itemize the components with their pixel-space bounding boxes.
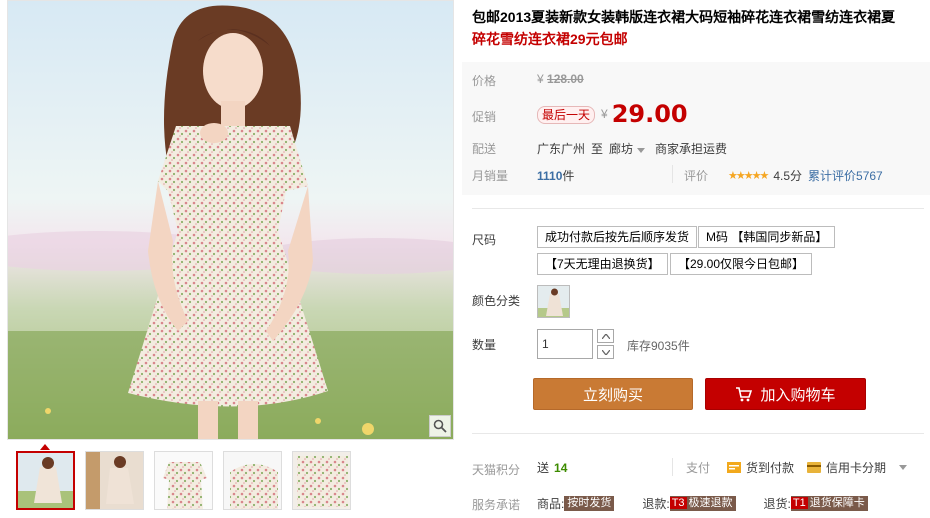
cod-icon bbox=[727, 462, 742, 473]
service-refund-code: T3 bbox=[669, 497, 687, 509]
service-return-badge[interactable]: T1 退货保障卡 bbox=[790, 496, 868, 511]
promo-price-currency: ¥ bbox=[601, 107, 608, 121]
service-goods-label: 商品: bbox=[537, 497, 565, 511]
payment-cod: 货到付款 bbox=[746, 461, 795, 475]
service-refund-badge[interactable]: T3 极速退款 bbox=[669, 496, 736, 511]
service-refund-text: 极速退款 bbox=[688, 497, 733, 509]
original-price: ¥ 128.00 bbox=[537, 72, 584, 86]
credit-card-icon bbox=[807, 462, 822, 473]
chevron-down-icon bbox=[637, 148, 646, 153]
original-price-value: 128.00 bbox=[547, 72, 584, 86]
product-title-line2: 碎花雪纺连衣裙29元包邮 bbox=[472, 31, 628, 47]
color-label: 颜色分类 bbox=[472, 294, 521, 308]
divider bbox=[472, 433, 924, 434]
chevron-down-icon[interactable] bbox=[899, 465, 908, 470]
monthly-sales: 1110件 bbox=[537, 167, 574, 184]
rating-summary: 评价 ★★★★★ 4.5分 累计评价5767 bbox=[684, 167, 883, 184]
shipping-row: 广东广州 至 廊坊 商家承担运费 bbox=[537, 140, 727, 157]
add-to-cart-button[interactable]: 加入购物车 bbox=[705, 378, 866, 410]
thumbnail-strip bbox=[16, 451, 351, 510]
add-to-cart-label: 加入购物车 bbox=[760, 386, 836, 404]
size-label: 尺码 bbox=[472, 233, 497, 247]
magnifier-icon[interactable] bbox=[429, 415, 451, 437]
promo-label: 促销 bbox=[472, 110, 497, 124]
shipping-fee: 商家承担运费 bbox=[655, 142, 728, 156]
shipping-destination: 廊坊 bbox=[609, 142, 634, 156]
service-promises: 商品: 按时发货 退款: T3 极速退款 退货: T1 退货保障卡 bbox=[537, 495, 868, 512]
size-option-3[interactable]: 【7天无理由退换货】 bbox=[537, 253, 668, 275]
original-price-currency: ¥ bbox=[537, 72, 544, 86]
promo-price-value: 29.00 bbox=[611, 100, 688, 128]
chevron-down-icon bbox=[601, 349, 610, 355]
size-option-2[interactable]: M码 【韩国同步新品】 bbox=[698, 226, 836, 248]
points-value: 送 14 bbox=[537, 459, 567, 476]
service-goods-badge[interactable]: 按时发货 bbox=[564, 496, 615, 511]
quantity-decrease-button[interactable] bbox=[597, 345, 614, 359]
rating-score: 4.5分 bbox=[773, 169, 803, 183]
payment-credit: 信用卡分期 bbox=[826, 461, 887, 475]
size-option-1[interactable]: 成功付款后按先后顺序发货 bbox=[537, 226, 698, 248]
sales-label: 月销量 bbox=[472, 169, 509, 183]
divider bbox=[672, 165, 673, 183]
service-return-label: 退货: bbox=[763, 497, 791, 511]
product-title: 包邮2013夏装新款女装韩版连衣裙大码短袖碎花连衣裙雪纺连衣裙夏 碎花雪纺连衣裙… bbox=[472, 6, 924, 50]
service-return-code: T1 bbox=[790, 497, 808, 509]
thumbnail-5[interactable] bbox=[292, 451, 351, 510]
shipping-destination-select[interactable]: 廊坊 bbox=[609, 140, 646, 157]
price-label: 价格 bbox=[472, 74, 497, 88]
points-label: 天猫积分 bbox=[472, 463, 521, 477]
chevron-up-icon bbox=[601, 333, 610, 339]
service-label: 服务承诺 bbox=[472, 498, 521, 512]
shipping-from: 广东广州 bbox=[537, 142, 586, 156]
thumbnail-1[interactable] bbox=[16, 451, 75, 510]
divider bbox=[672, 458, 673, 476]
payment-methods: 支付 货到付款 信用卡分期 bbox=[686, 459, 908, 476]
points-prefix: 送 bbox=[537, 461, 550, 475]
stock-count: 库存9035件 bbox=[627, 339, 690, 353]
shipping-to-word: 至 bbox=[591, 142, 604, 156]
quantity-input[interactable] bbox=[537, 329, 593, 359]
payment-label: 支付 bbox=[686, 461, 711, 475]
active-thumb-indicator bbox=[40, 444, 50, 450]
buy-now-label: 立刻购买 bbox=[582, 386, 643, 404]
color-option-swatch[interactable] bbox=[537, 285, 570, 318]
sales-unit: 件 bbox=[562, 169, 575, 183]
sales-count: 1110 bbox=[537, 169, 563, 183]
promo-tag-badge: 最后一天 bbox=[537, 106, 596, 124]
quantity-label: 数量 bbox=[472, 338, 497, 352]
service-refund-label: 退款: bbox=[642, 497, 670, 511]
star-rating-icon: ★★★★★ bbox=[728, 170, 769, 182]
product-title-line1: 包邮2013夏装新款女装韩版连衣裙大码短袖碎花连衣裙雪纺连衣裙夏 bbox=[472, 9, 896, 25]
quantity-increase-button[interactable] bbox=[597, 329, 614, 343]
promo-price: ¥29.00 bbox=[601, 100, 688, 128]
divider bbox=[472, 208, 924, 209]
rating-label: 评价 bbox=[684, 169, 709, 183]
thumbnail-4[interactable] bbox=[223, 451, 282, 510]
service-return-text: 退货保障卡 bbox=[809, 497, 865, 509]
size-option-4[interactable]: 【29.00仅限今日包邮】 bbox=[670, 253, 813, 275]
main-product-image[interactable] bbox=[7, 0, 454, 440]
buy-now-button[interactable]: 立刻购买 bbox=[533, 378, 693, 410]
shipping-label: 配送 bbox=[472, 142, 497, 156]
shopping-cart-icon bbox=[736, 386, 753, 401]
thumbnail-3[interactable] bbox=[154, 451, 213, 510]
total-reviews-link[interactable]: 累计评价5767 bbox=[808, 167, 883, 184]
thumbnail-2[interactable] bbox=[85, 451, 144, 510]
points-number: 14 bbox=[554, 460, 568, 475]
